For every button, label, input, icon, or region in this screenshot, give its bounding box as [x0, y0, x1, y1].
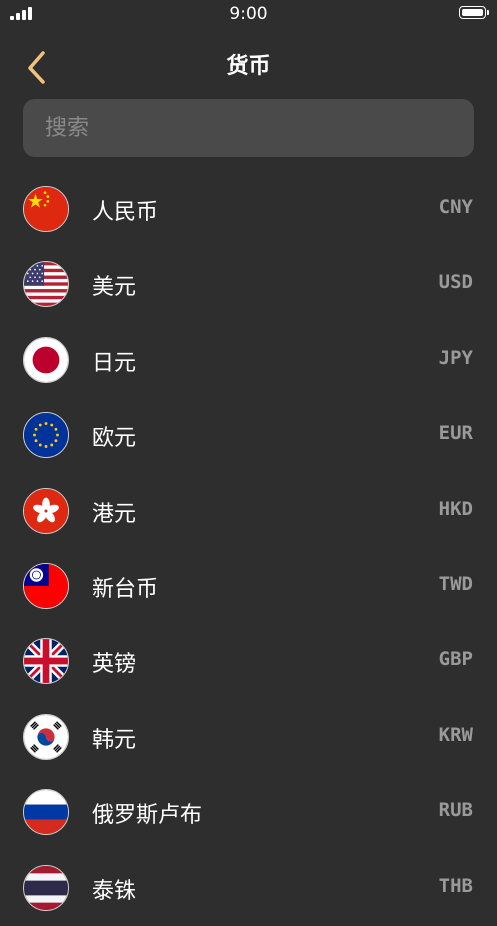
currency-name: 韩元 [92, 727, 137, 753]
currency-name: 欧元 [92, 426, 137, 452]
uk-flag-icon [23, 638, 69, 685]
currency-code: THB [438, 874, 473, 897]
currency-list: 人民币 CNY 美元 USD 日元 JPY 欧元 EUR 港元 HKD 新台币 … [0, 172, 497, 926]
currency-code: USD [438, 271, 473, 294]
taiwan-flag-icon [23, 562, 69, 609]
currency-row-usd[interactable]: 美元 USD [0, 247, 497, 322]
page-title: 货币 [226, 54, 271, 79]
currency-row-thb[interactable]: 泰铢 THB [0, 851, 497, 926]
hong-kong-flag-icon [23, 487, 69, 534]
japan-flag-icon [23, 336, 69, 383]
status-bar: 9:00 [0, 0, 497, 28]
currency-row-jpy[interactable]: 日元 JPY [0, 323, 497, 398]
currency-code: CNY [438, 196, 473, 218]
currency-name: 英镑 [92, 652, 137, 678]
currency-code: GBP [438, 648, 473, 671]
currency-row-cny[interactable]: 人民币 CNY [0, 172, 497, 247]
currency-name: 人民币 [92, 200, 159, 225]
currency-row-hkd[interactable]: 港元 HKD [0, 474, 497, 549]
search-bar[interactable] [23, 99, 474, 157]
currency-name: 美元 [92, 275, 137, 301]
search-input[interactable] [45, 99, 452, 157]
battery-icon [459, 6, 489, 19]
thailand-flag-icon [23, 864, 69, 911]
currency-name: 新台币 [92, 576, 159, 602]
eu-flag-icon [23, 412, 69, 459]
currency-row-gbp[interactable]: 英镑 GBP [0, 624, 497, 699]
currency-code: JPY [438, 346, 473, 369]
russia-flag-icon [23, 789, 69, 836]
currency-code: HKD [438, 497, 473, 520]
currency-name: 日元 [92, 350, 137, 376]
usa-flag-icon [23, 261, 69, 308]
korea-flag-icon [23, 713, 69, 760]
china-flag-icon [23, 186, 69, 232]
status-time: 9:00 [229, 4, 268, 24]
currency-row-rub[interactable]: 俄罗斯卢布 RUB [0, 775, 497, 850]
currency-name: 俄罗斯卢布 [92, 803, 203, 829]
currency-row-krw[interactable]: 韩元 KRW [0, 700, 497, 775]
currency-name: 港元 [92, 501, 137, 527]
currency-row-twd[interactable]: 新台币 TWD [0, 549, 497, 624]
currency-code: EUR [438, 422, 473, 445]
nav-bar: 货币 [0, 38, 497, 88]
currency-name: 泰铢 [92, 878, 137, 904]
currency-code: RUB [438, 799, 473, 822]
currency-code: KRW [438, 723, 473, 746]
currency-code: TWD [438, 572, 473, 595]
currency-row-eur[interactable]: 欧元 EUR [0, 398, 497, 473]
